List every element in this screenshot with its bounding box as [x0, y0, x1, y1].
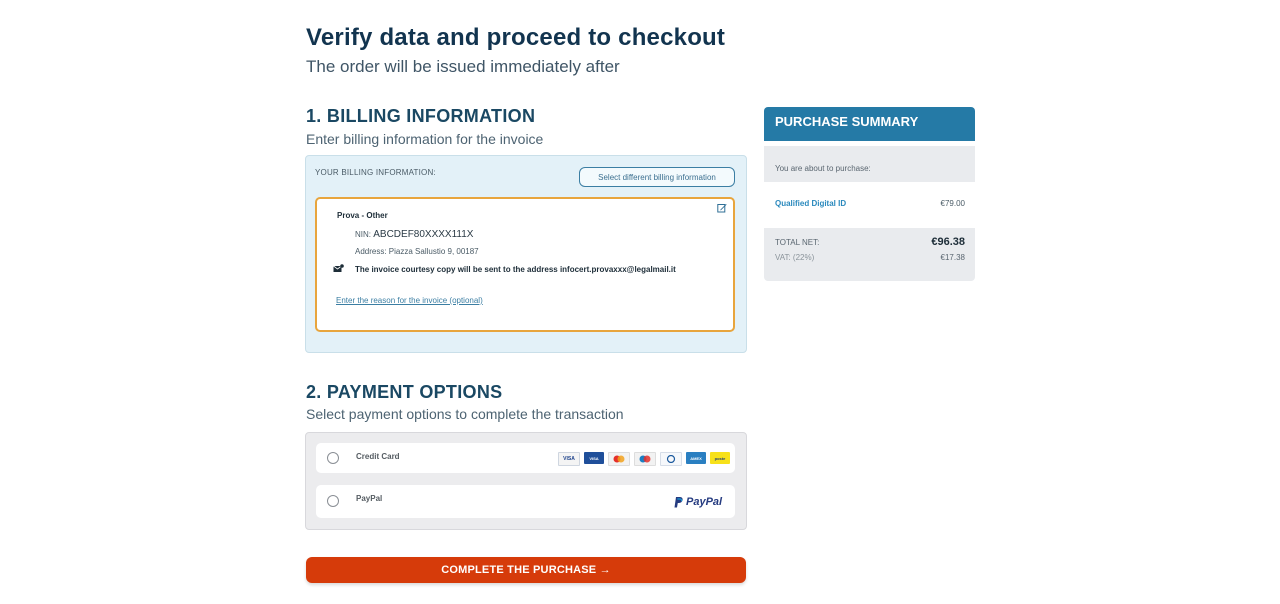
- visa-logo: VISA: [558, 452, 580, 466]
- mastercard-logo: [608, 452, 630, 466]
- paypal-wordmark: PayPal: [686, 496, 723, 508]
- mail-icon: [333, 264, 344, 272]
- visa-electron-logo: VISA: [584, 452, 604, 464]
- vat-label: VAT: (22%): [775, 253, 815, 262]
- billing-section-label: YOUR BILLING INFORMATION:: [315, 168, 436, 177]
- card-logos: VISA VISA AMEX poste: [558, 452, 730, 466]
- summary-item-price: €79.00: [940, 199, 965, 208]
- summary-title: PURCHASE SUMMARY: [764, 107, 975, 141]
- paypal-p-icon: [674, 496, 683, 507]
- summary-item-name: Qualified Digital ID: [775, 199, 847, 208]
- nin-value: ABCDEF80XXXX111X: [373, 229, 474, 240]
- total-net-label: TOTAL NET:: [775, 238, 820, 247]
- amex-logo: AMEX: [686, 452, 706, 464]
- diners-logo: [660, 452, 682, 466]
- vat-value: €17.38: [940, 253, 965, 262]
- page-title: Verify data and proceed to checkout: [306, 24, 726, 51]
- payment-subtitle: Select payment options to complete the t…: [306, 406, 624, 422]
- paypal-logo: PayPal: [674, 496, 722, 508]
- paypal-label: PayPal: [356, 494, 383, 503]
- nin-label: NIN:: [355, 230, 371, 239]
- invoice-reason-link[interactable]: Enter the reason for the invoice (option…: [336, 296, 483, 305]
- billing-name: Prova - Other: [337, 211, 388, 220]
- postepay-logo: poste: [710, 452, 730, 464]
- edit-icon[interactable]: [717, 203, 727, 213]
- summary-intro-block: You are about to purchase:: [764, 146, 975, 182]
- maestro-logo: [634, 452, 656, 466]
- credit-card-label: Credit Card: [356, 452, 400, 461]
- credit-card-radio[interactable]: [327, 452, 339, 464]
- courtesy-copy-note: The invoice courtesy copy will be sent t…: [355, 265, 676, 274]
- page-subtitle: The order will be issued immediately aft…: [306, 57, 620, 76]
- complete-purchase-button[interactable]: COMPLETE THE PURCHASE →: [306, 557, 746, 583]
- payment-title: 2. PAYMENT OPTIONS: [306, 382, 503, 402]
- billing-address: Address: Piazza Sallustio 9, 00187: [355, 247, 479, 256]
- summary-intro: You are about to purchase:: [775, 164, 871, 173]
- total-net-value: €96.38: [931, 236, 965, 248]
- select-billing-button[interactable]: Select different billing information: [579, 167, 735, 187]
- billing-title: 1. BILLING INFORMATION: [306, 106, 536, 126]
- billing-nin: NIN: ABCDEF80XXXX111X: [355, 229, 473, 240]
- billing-subtitle: Enter billing information for the invoic…: [306, 131, 544, 147]
- paypal-radio[interactable]: [327, 495, 339, 507]
